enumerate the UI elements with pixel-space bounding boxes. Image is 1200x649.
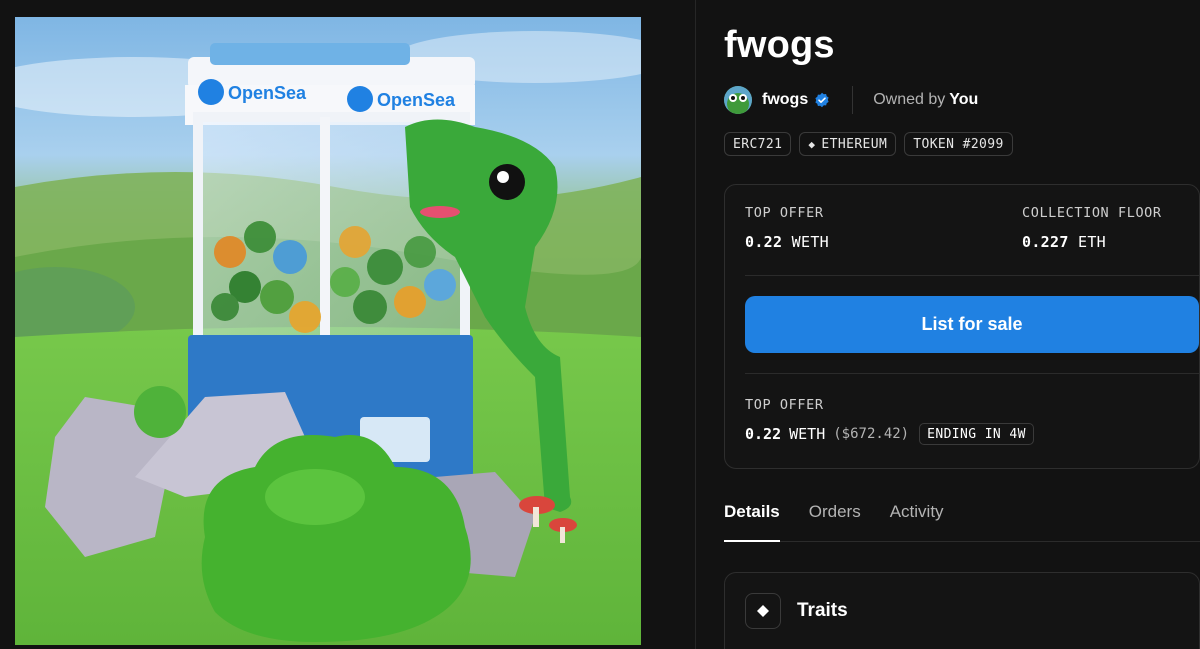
floor-amount: 0.227: [1022, 233, 1069, 251]
chip-standard-label: ERC721: [733, 136, 783, 152]
top-offer-block: TOP OFFER 0.22 WETH ($672.42) ENDING IN …: [745, 397, 1034, 445]
collection-floor-stat: COLLECTION FLOOR 0.227 ETH: [1022, 205, 1162, 251]
collection-avatar[interactable]: [724, 86, 752, 114]
tab-activity[interactable]: Activity: [890, 502, 944, 542]
chip-standard: ERC721: [724, 132, 792, 156]
owner-row: fwogs Owned by You: [724, 84, 978, 116]
frog-avatar-icon: [724, 86, 752, 114]
traits-label: Traits: [797, 600, 848, 621]
item-tabs: Details Orders Activity: [724, 502, 1200, 542]
chip-token-id: TOKEN #2099: [904, 132, 1013, 156]
ethereum-icon: ◆: [808, 137, 816, 151]
diamond-icon: [757, 605, 769, 617]
card-divider-top: [745, 275, 1199, 276]
offer-amount: 0.22: [745, 425, 782, 443]
collection-link[interactable]: fwogs: [762, 91, 808, 109]
traits-section[interactable]: Traits: [724, 572, 1200, 649]
machine-brand-right: OpenSea: [377, 90, 456, 110]
item-detail-panel: fwogs fwogs Owned by You ERC721 ◆ ETHEREUM…: [724, 0, 1200, 649]
media-panel: OpenSea OpenSea: [0, 0, 696, 649]
tab-orders[interactable]: Orders: [809, 502, 861, 542]
price-card: TOP OFFER 0.22 WETH COLLECTION FLOOR 0.2…: [724, 184, 1200, 469]
nft-artwork: OpenSea OpenSea: [15, 17, 641, 645]
nft-title: fwogs: [724, 24, 835, 66]
owned-by-text: Owned by You: [873, 91, 978, 109]
chip-chain: ◆ ETHEREUM: [799, 132, 897, 156]
owned-prefix: Owned by: [873, 91, 946, 108]
offer-row: 0.22 WETH ($672.42) ENDING IN 4W: [745, 423, 1034, 445]
top-offer-stat: TOP OFFER 0.22 WETH: [745, 205, 829, 251]
nft-image[interactable]: OpenSea OpenSea: [15, 17, 641, 645]
offer-usd: ($672.42): [833, 426, 910, 442]
offer-label: TOP OFFER: [745, 397, 824, 413]
owner-link[interactable]: You: [949, 91, 978, 108]
card-divider-bottom: [745, 373, 1199, 374]
floor-label: COLLECTION FLOOR: [1022, 205, 1162, 221]
list-for-sale-button[interactable]: List for sale: [745, 296, 1199, 353]
top-offer-currency: WETH: [791, 233, 829, 251]
floor-value: 0.227 ETH: [1022, 233, 1162, 251]
floor-currency: ETH: [1078, 233, 1106, 251]
tab-details[interactable]: Details: [724, 502, 780, 542]
offer-ending-badge: ENDING IN 4W: [919, 423, 1034, 445]
traits-icon: [745, 593, 781, 629]
machine-brand-left: OpenSea: [228, 83, 307, 103]
owner-divider: [852, 86, 854, 114]
chip-chain-label: ETHEREUM: [821, 136, 888, 152]
chip-token-label: TOKEN #2099: [913, 136, 1004, 152]
top-offer-value: 0.22 WETH: [745, 233, 829, 251]
offer-currency: WETH: [789, 425, 826, 443]
top-offer-amount: 0.22: [745, 233, 783, 251]
token-chips: ERC721 ◆ ETHEREUM TOKEN #2099: [724, 132, 1013, 156]
top-offer-label: TOP OFFER: [745, 205, 824, 221]
verified-badge-icon: [815, 92, 829, 108]
